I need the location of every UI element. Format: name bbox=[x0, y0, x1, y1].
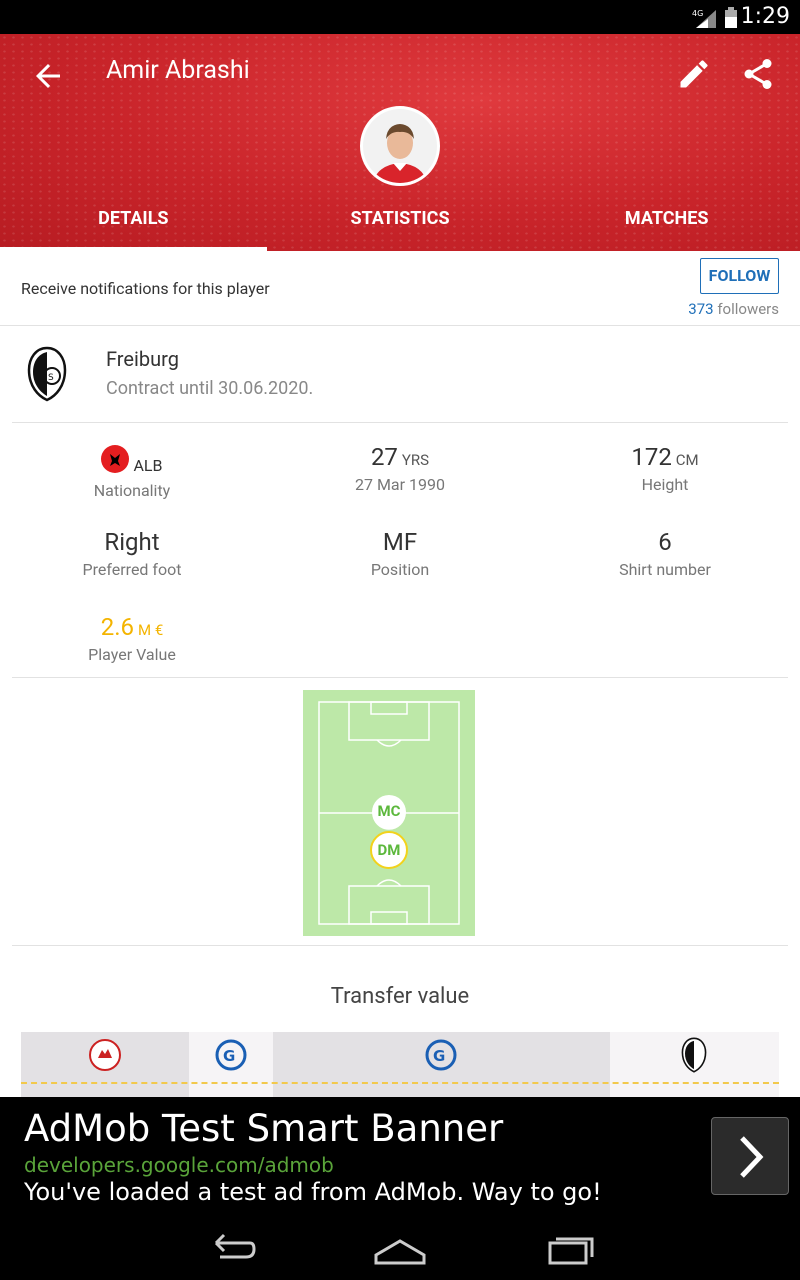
tab-bar: DETAILS STATISTICS MATCHES bbox=[0, 194, 800, 251]
age-unit: YRS bbox=[401, 451, 430, 469]
recents-nav-icon[interactable] bbox=[540, 1229, 600, 1269]
market-value-cell: 2.6 M € Player Value bbox=[12, 613, 252, 664]
freiburg-logo-icon: S bbox=[27, 346, 67, 402]
grasshoppers-logo-icon: G bbox=[215, 1039, 247, 1071]
transfer-history-chart: G G bbox=[21, 1032, 779, 1097]
height-cell: 172 CM Height bbox=[545, 443, 785, 494]
market-value: 2.6 bbox=[100, 613, 135, 641]
shirt-value: 6 bbox=[658, 528, 672, 556]
svg-text:4G: 4G bbox=[692, 9, 703, 18]
edit-icon[interactable] bbox=[676, 56, 712, 92]
svg-text:G: G bbox=[223, 1047, 235, 1065]
age-cell: 27 YRS 27 Mar 1990 bbox=[280, 443, 520, 494]
position-label: Position bbox=[370, 560, 430, 579]
transfer-value-line bbox=[21, 1082, 779, 1084]
status-icons: 4G bbox=[692, 7, 738, 29]
chevron-right-icon bbox=[740, 1136, 764, 1178]
fc-winterthur-logo-icon bbox=[89, 1039, 121, 1071]
nationality-label: Nationality bbox=[93, 481, 171, 500]
tab-matches[interactable]: MATCHES bbox=[533, 194, 800, 251]
home-nav-icon[interactable] bbox=[370, 1229, 430, 1269]
foot-cell: Right Preferred foot bbox=[12, 528, 252, 579]
transfer-segment-1 bbox=[21, 1032, 189, 1097]
position-cell: MF Position bbox=[280, 528, 520, 579]
transfer-segment-3: G bbox=[273, 1032, 610, 1097]
position-marker-dm: DM bbox=[370, 831, 408, 869]
back-arrow-icon[interactable] bbox=[30, 58, 66, 94]
ad-url[interactable]: developers.google.com/admob bbox=[24, 1153, 334, 1177]
nationality-cell: ALB Nationality bbox=[12, 445, 252, 500]
ad-banner[interactable]: AdMob Test Smart Banner developers.googl… bbox=[0, 1097, 800, 1217]
club-name: Freiburg bbox=[106, 347, 179, 371]
system-nav-bar bbox=[0, 1217, 800, 1280]
shirt-cell: 6 Shirt number bbox=[545, 528, 785, 579]
freiburg-logo-icon bbox=[681, 1037, 707, 1073]
back-nav-icon[interactable] bbox=[200, 1229, 260, 1269]
player-header: Amir Abrashi DETAILS STATISTICS MATCHES bbox=[0, 34, 800, 251]
transfer-segment-4 bbox=[610, 1032, 779, 1097]
contract-text: Contract until 30.06.2020. bbox=[106, 378, 314, 399]
signal-icon: 4G bbox=[692, 9, 716, 28]
svg-text:G: G bbox=[433, 1047, 445, 1065]
tab-details[interactable]: DETAILS bbox=[0, 194, 267, 251]
status-bar: 4G 1:29 bbox=[0, 0, 800, 34]
ad-title: AdMob Test Smart Banner bbox=[24, 1107, 504, 1150]
player-info-grid: ALB Nationality 27 YRS 27 Mar 1990 172 C… bbox=[12, 423, 788, 678]
notifications-row: Receive notifications for this player FO… bbox=[0, 251, 800, 326]
battery-icon bbox=[725, 7, 737, 28]
ad-text: You've loaded a test ad from AdMob. Way … bbox=[24, 1178, 602, 1206]
shirt-label: Shirt number bbox=[619, 560, 711, 579]
position-value: MF bbox=[382, 528, 418, 556]
height-value: 172 bbox=[631, 443, 672, 471]
market-value-unit: M € bbox=[138, 621, 164, 639]
foot-value: Right bbox=[104, 528, 160, 556]
height-unit: CM bbox=[675, 451, 699, 469]
pitch-diagram: MC DM bbox=[303, 690, 475, 936]
height-label: Height bbox=[641, 475, 689, 494]
grasshoppers-logo-icon: G bbox=[425, 1039, 457, 1071]
position-map-section: MC DM bbox=[12, 678, 788, 946]
svg-text:S: S bbox=[48, 373, 54, 383]
age-value: 27 bbox=[370, 443, 398, 471]
club-row[interactable]: S Freiburg Contract until 30.06.2020. bbox=[12, 326, 788, 423]
player-photo bbox=[363, 109, 437, 183]
transfer-segment-2: G bbox=[189, 1032, 273, 1097]
market-value-label: Player Value bbox=[88, 645, 176, 664]
follow-button[interactable]: FOLLOW bbox=[700, 258, 779, 294]
page-title: Amir Abrashi bbox=[106, 56, 250, 85]
nationality-value: ALB bbox=[133, 456, 163, 475]
tab-statistics[interactable]: STATISTICS bbox=[267, 194, 534, 251]
share-icon[interactable] bbox=[740, 56, 776, 92]
albania-flag-icon bbox=[101, 445, 130, 473]
player-avatar bbox=[360, 106, 440, 186]
notifications-text: Receive notifications for this player bbox=[21, 279, 270, 298]
foot-label: Preferred foot bbox=[82, 560, 182, 579]
followers-count: 373 followers bbox=[688, 300, 779, 318]
transfer-value-title: Transfer value bbox=[330, 984, 470, 1009]
status-time: 1:29 bbox=[740, 4, 790, 29]
birthdate-label: 27 Mar 1990 bbox=[355, 475, 445, 494]
ad-open-button[interactable] bbox=[711, 1117, 789, 1195]
position-marker-mc: MC bbox=[372, 795, 406, 829]
